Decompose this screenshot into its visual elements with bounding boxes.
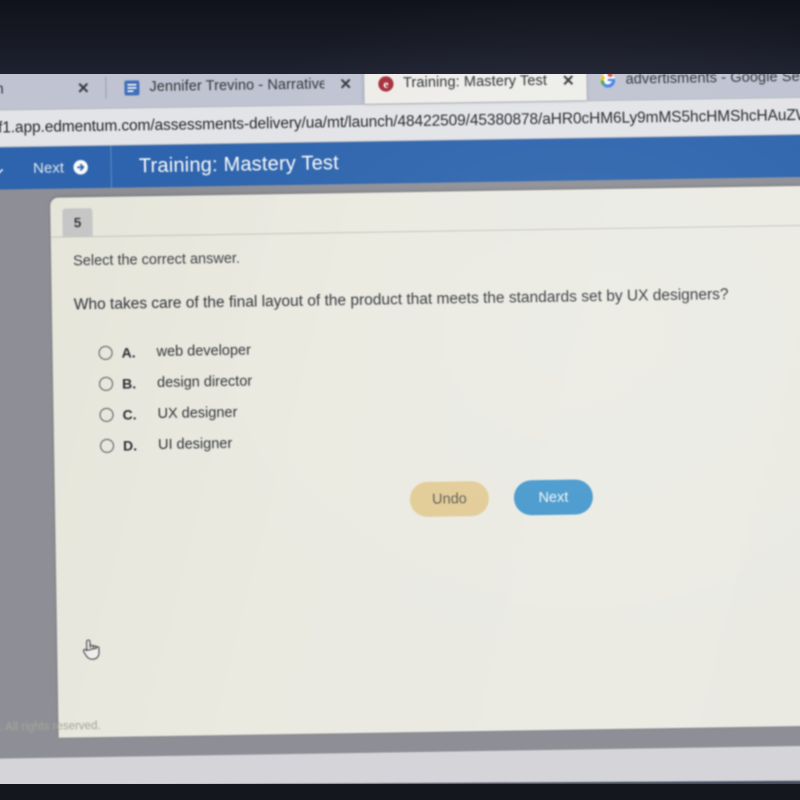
screen-bezel-top (0, 0, 800, 74)
screen-bezel-bottom (0, 784, 800, 800)
action-button-row: Undo Next (409, 479, 594, 518)
doc-icon (123, 79, 140, 96)
answer-option-a[interactable]: A. web developer (98, 335, 252, 368)
question-card: 5 Select the correct answer. Who takes c… (0, 185, 800, 738)
tab-title: Jennifer Trevino - Narrative Essa (149, 76, 325, 96)
page-title: Training: Mastery Test (138, 151, 340, 177)
answer-option-b[interactable]: B. design director (98, 366, 253, 399)
copyright-footer: tum. All rights reserved. (0, 720, 101, 734)
circle-arrow-right-icon (73, 159, 89, 175)
option-label: web developer (156, 342, 252, 360)
radio-button-a[interactable] (98, 345, 113, 360)
option-letter: B. (121, 374, 137, 392)
option-label: UX designer (157, 404, 238, 422)
screen-photograph: om ✕ Jennifer Trevino - Narrative Essa ✕… (0, 0, 800, 800)
chromebook-screen: om ✕ Jennifer Trevino - Narrative Essa ✕… (0, 48, 800, 800)
edmentum-e-icon: e (377, 75, 394, 92)
option-label: design director (156, 373, 253, 391)
answer-option-c[interactable]: C. UX designer (99, 397, 253, 430)
question-instruction: Select the correct answer. (73, 250, 241, 270)
toolbar-next-button[interactable]: Next (20, 145, 113, 190)
browser-tab-0[interactable]: om ✕ (0, 68, 102, 110)
tab-title: om (0, 81, 4, 98)
question-selector-dropdown[interactable]: 5 ⌄ (0, 157, 21, 179)
question-text: Who takes care of the final layout of th… (73, 286, 729, 314)
answer-option-d[interactable]: D. UI designer (99, 428, 254, 461)
question-number-badge: 5 (62, 208, 93, 237)
tab-close-icon[interactable]: ✕ (77, 80, 90, 97)
option-letter: D. (122, 436, 138, 454)
option-label: UI designer (157, 435, 233, 453)
next-button[interactable]: Next (513, 479, 594, 516)
tab-close-icon[interactable]: ✕ (562, 72, 575, 89)
tab-title: Training: Mastery Test (402, 72, 548, 92)
radio-button-b[interactable] (98, 376, 114, 391)
toolbar-next-label: Next (32, 159, 65, 177)
card-divider (50, 224, 800, 238)
radio-button-c[interactable] (99, 407, 114, 422)
undo-button[interactable]: Undo (409, 480, 490, 518)
option-letter: A. (121, 343, 136, 361)
tab-divider (105, 76, 107, 99)
option-letter: C. (122, 405, 137, 423)
svg-text:e: e (383, 77, 389, 91)
answer-options-list: A. web developer B. design director C. U… (98, 335, 253, 461)
tab-close-icon[interactable]: ✕ (339, 76, 352, 93)
mouse-cursor-pointer-icon (79, 636, 101, 662)
address-bar-url: f1.app.edmentum.com/assessments-delivery… (0, 106, 800, 137)
assessment-page-background: 5 Select the correct answer. Who takes c… (0, 176, 800, 759)
radio-button-d[interactable] (99, 438, 115, 453)
